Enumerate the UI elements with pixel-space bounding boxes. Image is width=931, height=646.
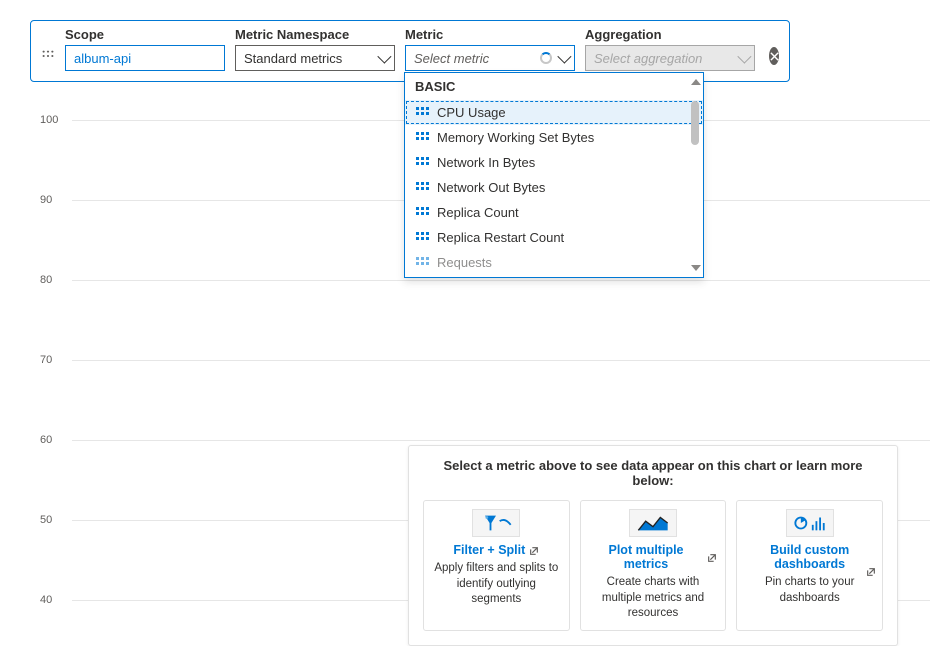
- dropdown-item[interactable]: Memory Working Set Bytes: [405, 125, 703, 150]
- dashboard-card-icon: [786, 509, 834, 537]
- metric-icon: [415, 256, 429, 270]
- help-card: Build custom dashboards Pin charts to you…: [736, 500, 883, 631]
- scroll-thumb[interactable]: [691, 101, 699, 145]
- dropdown-item-label: Network In Bytes: [437, 155, 535, 170]
- scroll-up-icon[interactable]: [691, 79, 701, 85]
- dropdown-scrollbar[interactable]: [691, 77, 701, 273]
- metric-icon: [415, 156, 429, 170]
- help-card-link-text: Plot multiple metrics: [589, 543, 704, 571]
- y-axis-tick-label: 100: [40, 114, 58, 126]
- aggregation-field: Aggregation Select aggregation: [585, 27, 755, 71]
- scope-label: Scope: [65, 27, 225, 42]
- help-cards-row: Filter + Split Apply filters and splits t…: [423, 500, 883, 631]
- y-axis-tick-label: 40: [40, 594, 52, 606]
- namespace-label: Metric Namespace: [235, 27, 395, 42]
- aggregation-label: Aggregation: [585, 27, 755, 42]
- scope-value: album-api: [74, 51, 131, 66]
- external-link-icon[interactable]: [866, 565, 876, 575]
- scope-selector[interactable]: album-api: [65, 45, 225, 71]
- y-axis-tick-label: 90: [40, 194, 52, 206]
- help-card-link-text: Build custom dashboards: [745, 543, 874, 571]
- metric-placeholder: Select metric: [414, 51, 489, 66]
- aggregation-placeholder: Select aggregation: [594, 51, 702, 66]
- aggregation-selector: Select aggregation: [585, 45, 755, 71]
- namespace-field: Metric Namespace Standard metrics: [235, 27, 395, 71]
- namespace-selector[interactable]: Standard metrics: [235, 45, 395, 71]
- dropdown-item-label: Replica Count: [437, 205, 519, 220]
- help-panel: Select a metric above to see data appear…: [408, 445, 898, 646]
- dropdown-item[interactable]: Replica Count: [405, 200, 703, 225]
- dropdown-item-label: Memory Working Set Bytes: [437, 130, 594, 145]
- scope-field: Scope album-api: [65, 27, 225, 71]
- scroll-down-icon[interactable]: [691, 265, 701, 271]
- dropdown-item[interactable]: Network Out Bytes: [405, 175, 703, 200]
- help-card: Plot multiple metrics Create charts with …: [580, 500, 727, 631]
- metric-icon: [415, 231, 429, 245]
- metric-icon: [415, 206, 429, 220]
- help-card-desc: Apply filters and splits to identify out…: [432, 561, 561, 608]
- plot-card-icon: [629, 509, 677, 537]
- help-card: Filter + Split Apply filters and splits t…: [423, 500, 570, 631]
- metric-dropdown: BASIC CPU Usage Memory Working Set Bytes N…: [404, 72, 704, 278]
- metric-selector[interactable]: Select metric: [405, 45, 575, 71]
- y-axis-tick-label: 50: [40, 514, 52, 526]
- help-card-link[interactable]: Plot multiple metrics: [589, 543, 718, 571]
- dropdown-section-header: BASIC: [405, 73, 703, 100]
- help-card-link[interactable]: Build custom dashboards: [745, 543, 874, 571]
- metric-icon: [415, 131, 429, 145]
- dropdown-list: CPU Usage Memory Working Set Bytes Network…: [405, 100, 703, 277]
- gridline: [72, 280, 930, 281]
- dropdown-item[interactable]: CPU Usage: [405, 100, 703, 125]
- chevron-down-icon: [377, 50, 391, 64]
- help-card-desc: Create charts with multiple metrics and …: [589, 575, 718, 622]
- external-link-icon: [707, 552, 717, 562]
- dropdown-item-label: Requests: [437, 255, 492, 270]
- help-card-link[interactable]: Filter + Split: [453, 543, 539, 557]
- drag-handle-icon[interactable]: [41, 40, 55, 58]
- metric-label: Metric: [405, 27, 575, 42]
- remove-filter-button[interactable]: [769, 47, 779, 65]
- metric-field: Metric Select metric: [405, 27, 575, 71]
- metric-icon: [415, 181, 429, 195]
- gridline: [72, 440, 930, 441]
- chevron-down-icon: [737, 50, 751, 64]
- y-axis-tick-label: 80: [40, 274, 52, 286]
- gridline: [72, 360, 930, 361]
- help-title: Select a metric above to see data appear…: [423, 458, 883, 488]
- dropdown-item[interactable]: Replica Restart Count: [405, 225, 703, 250]
- dropdown-item-label: CPU Usage: [437, 105, 506, 120]
- chevron-down-icon: [557, 50, 571, 64]
- loading-spinner-icon: [540, 52, 552, 64]
- y-axis-tick-label: 60: [40, 434, 52, 446]
- namespace-value: Standard metrics: [244, 51, 342, 66]
- help-card-link-text: Filter + Split: [453, 543, 525, 557]
- dropdown-item-label: Replica Restart Count: [437, 230, 564, 245]
- dropdown-item-label: Network Out Bytes: [437, 180, 545, 195]
- metric-icon: [415, 106, 429, 120]
- dropdown-item[interactable]: Network In Bytes: [405, 150, 703, 175]
- filter-card-icon: [472, 509, 520, 537]
- external-link-icon: [529, 545, 539, 555]
- y-axis-tick-label: 70: [40, 354, 52, 366]
- dropdown-item[interactable]: Requests: [405, 250, 703, 275]
- help-card-desc: Pin charts to your dashboards: [745, 575, 874, 606]
